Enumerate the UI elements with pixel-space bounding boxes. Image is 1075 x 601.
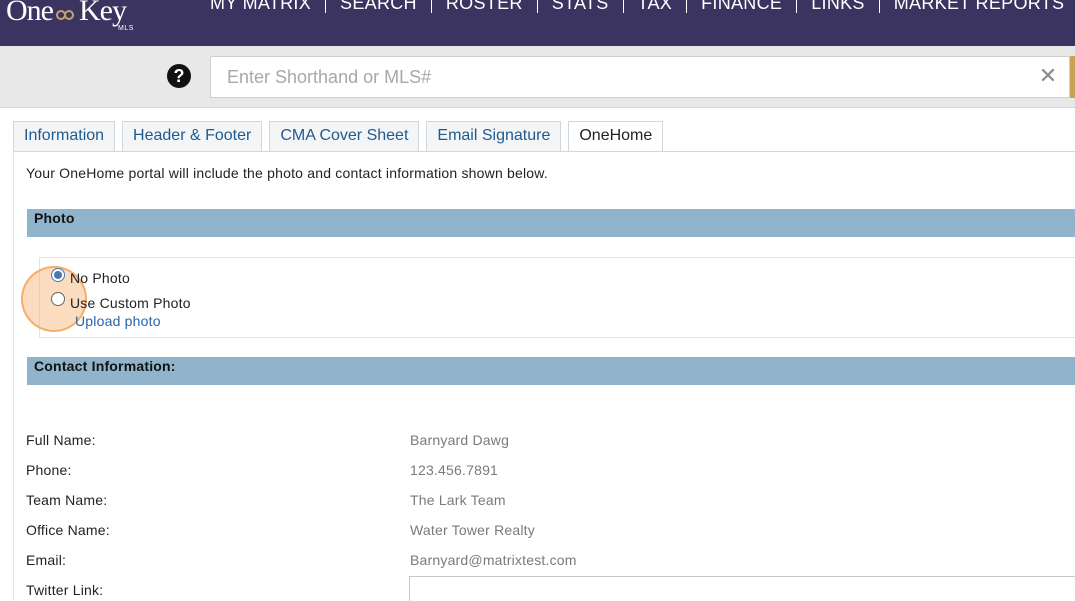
tab-header-footer[interactable]: Header & Footer	[122, 121, 263, 151]
logo-text-one: One	[6, 0, 54, 27]
nav-roster[interactable]: ROSTER	[432, 0, 538, 13]
twitter-link-label: Twitter Link:	[26, 582, 104, 598]
phone-value: 123.456.7891	[410, 462, 499, 478]
upload-photo-link[interactable]: Upload photo	[75, 313, 161, 329]
tabs-divider	[13, 151, 1075, 152]
custom-photo-label[interactable]: Use Custom Photo	[70, 295, 191, 311]
nav-my-matrix[interactable]: MY MATRIX	[196, 0, 327, 13]
full-name-value: Barnyard Dawg	[410, 432, 510, 448]
nav-links[interactable]: LINKS	[797, 0, 880, 13]
no-photo-label[interactable]: No Photo	[70, 270, 130, 286]
logo-text-key: Key	[78, 0, 127, 27]
photo-options-box	[39, 257, 1075, 338]
intro-text: Your OneHome portal will include the pho…	[26, 165, 548, 181]
logo-mls-text: MLS	[118, 25, 134, 32]
nav-tax[interactable]: TAX	[624, 0, 688, 13]
main-nav: MY MATRIX SEARCH ROSTER STATS TAX FINANC…	[196, 0, 1075, 15]
tab-email-signature[interactable]: Email Signature	[426, 121, 562, 151]
nav-search[interactable]: SEARCH	[326, 0, 432, 13]
shorthand-search-input[interactable]	[210, 56, 1070, 98]
search-edge-accent	[1070, 56, 1075, 98]
logo-knot-icon	[54, 8, 78, 22]
full-name-label: Full Name:	[26, 432, 96, 448]
onekey-mls-logo[interactable]: One Key	[6, 0, 127, 27]
team-name-value: The Lark Team	[410, 492, 506, 508]
contact-section-header: Contact Information:	[27, 357, 1075, 385]
tab-onehome[interactable]: OneHome	[568, 121, 664, 152]
nav-finance[interactable]: FINANCE	[687, 0, 798, 13]
nav-stats[interactable]: STATS	[538, 0, 624, 13]
office-name-value: Water Tower Realty	[410, 522, 535, 538]
email-label: Email:	[26, 552, 67, 568]
team-name-label: Team Name:	[26, 492, 108, 508]
office-name-label: Office Name:	[26, 522, 110, 538]
custom-photo-radio[interactable]	[51, 292, 65, 306]
settings-tabs: Information Header & Footer CMA Cover Sh…	[13, 121, 670, 152]
close-icon[interactable]: ✕	[1038, 64, 1058, 88]
phone-label: Phone:	[26, 462, 72, 478]
question-circle-icon[interactable]: ?	[167, 64, 191, 88]
top-nav-bar: One Key MLS MY MATRIX SEARCH ROSTER STAT…	[0, 0, 1075, 46]
nav-market-reports[interactable]: MARKET REPORTS	[880, 0, 1075, 13]
no-photo-radio[interactable]	[51, 268, 65, 282]
twitter-link-input[interactable]	[409, 576, 1075, 601]
tab-information[interactable]: Information	[13, 121, 116, 151]
tab-cma-cover-sheet[interactable]: CMA Cover Sheet	[269, 121, 420, 151]
photo-section-header: Photo	[27, 209, 1075, 237]
panel-border	[13, 151, 14, 601]
search-bar: ? ✕	[0, 46, 1075, 108]
email-value: Barnyard@matrixtest.com	[410, 552, 577, 568]
